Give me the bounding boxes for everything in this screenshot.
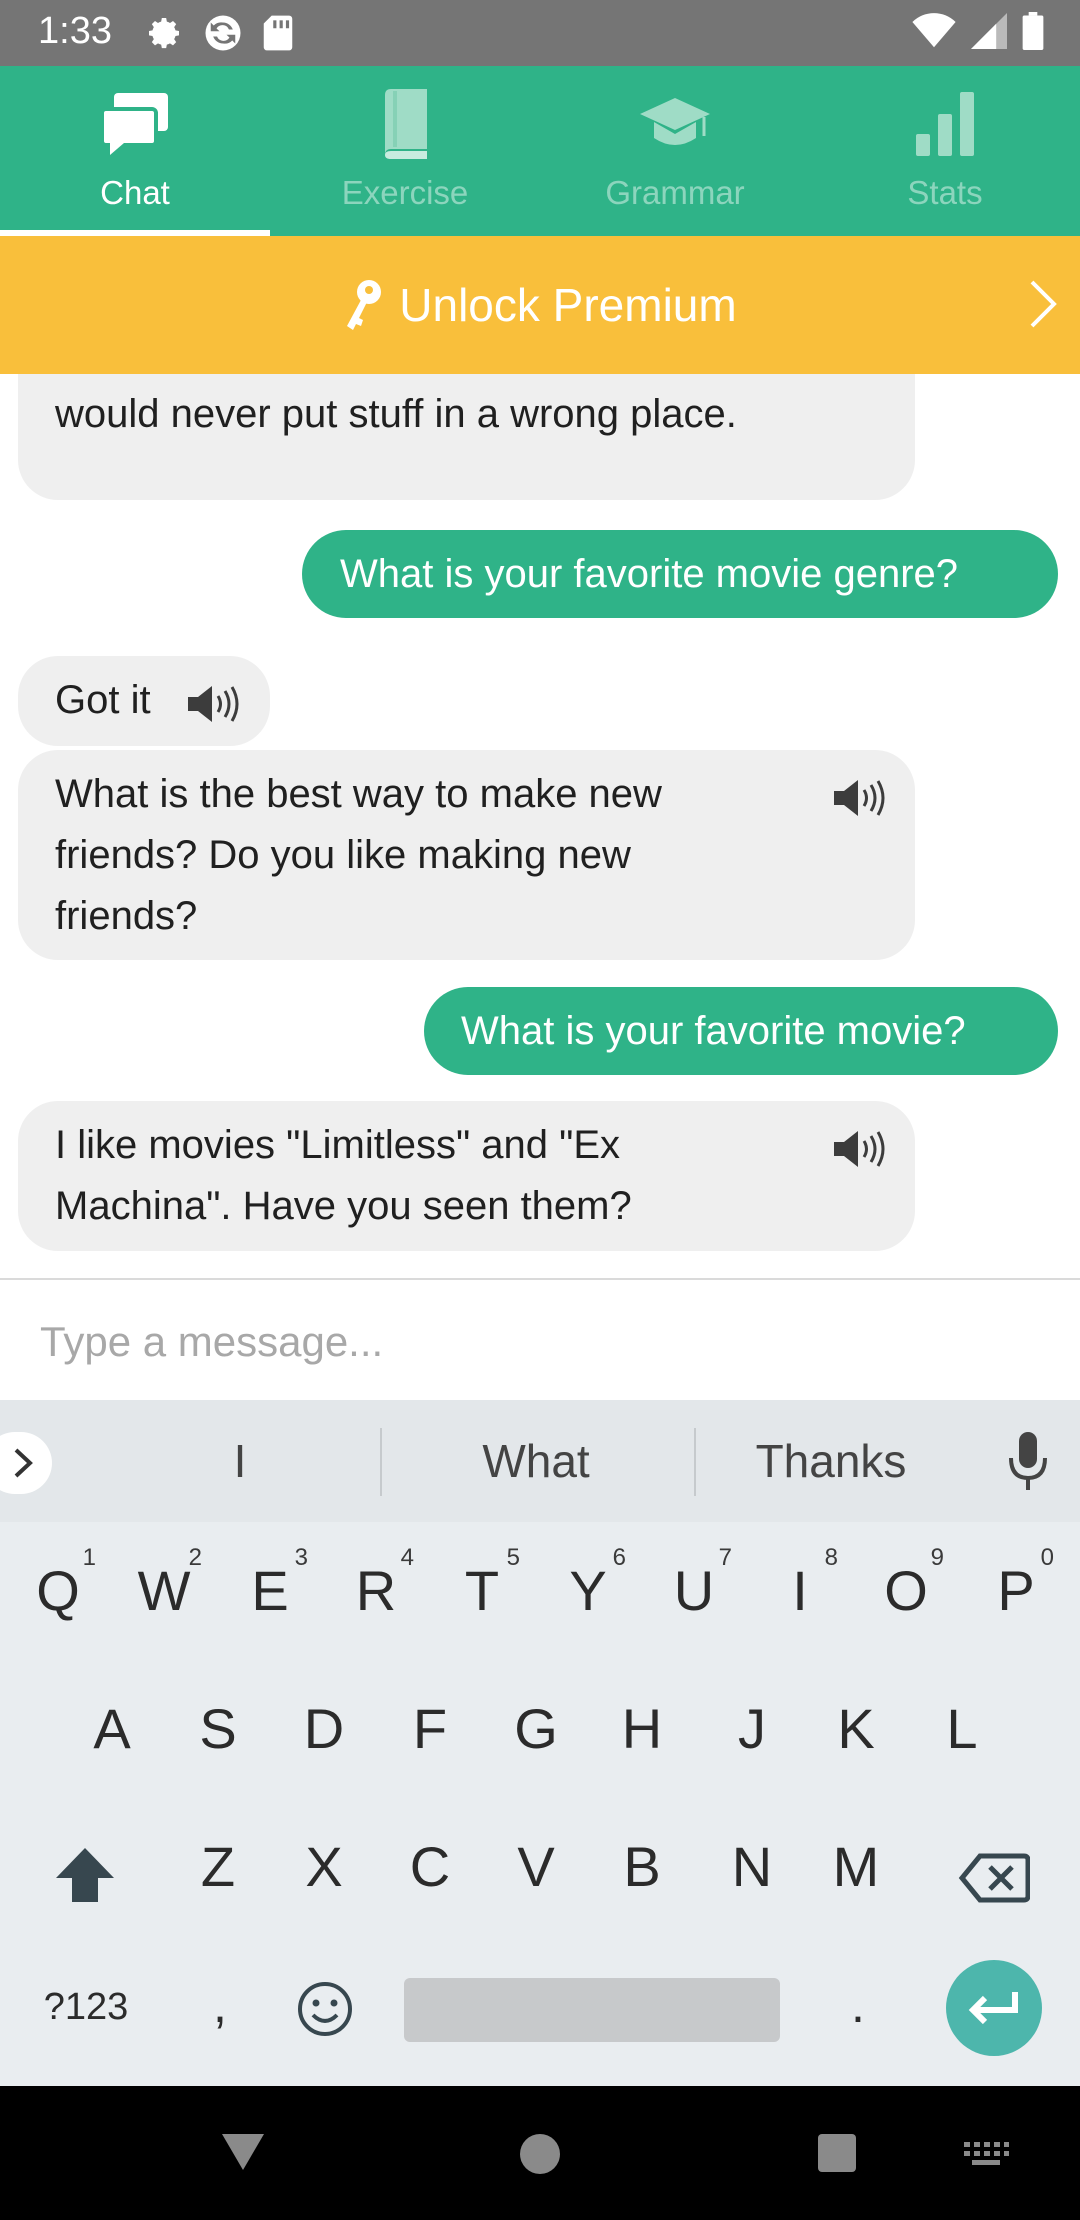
speaker-icon[interactable] xyxy=(832,778,886,818)
key-icon xyxy=(347,280,382,330)
message-input[interactable] xyxy=(36,1310,1040,1374)
emoji-key-icon[interactable] xyxy=(296,1980,354,2038)
suggestion-divider xyxy=(694,1428,696,1496)
enter-arrow-icon xyxy=(968,1992,1018,2025)
chevron-right-icon xyxy=(1030,280,1057,328)
chat-bubbles-icon xyxy=(100,93,168,155)
bot-message-bubble: Got it xyxy=(18,656,270,746)
book-icon xyxy=(385,89,427,159)
key-w[interactable]: W2 xyxy=(114,1544,214,1623)
tab-bar: Chat Exercise Grammar Stats xyxy=(0,66,1080,236)
tab-grammar[interactable]: Grammar xyxy=(540,66,810,236)
bot-message-text: I like movies "Limitless" and "Ex Machin… xyxy=(55,1123,632,1228)
tab-exercise[interactable]: Exercise xyxy=(270,66,540,236)
status-time: 1:33 xyxy=(38,10,112,52)
key-x[interactable]: X xyxy=(274,1834,374,1899)
key-e[interactable]: E3 xyxy=(220,1544,320,1623)
shift-key-icon[interactable] xyxy=(52,1844,118,1908)
tab-chat[interactable]: Chat xyxy=(0,66,270,236)
space-key[interactable] xyxy=(404,1978,780,2042)
status-system-icons xyxy=(912,12,1044,50)
battery-icon xyxy=(1022,12,1044,50)
expand-suggestions-button[interactable] xyxy=(0,1432,52,1494)
suggestion-2[interactable]: What xyxy=(416,1434,656,1488)
wifi-icon xyxy=(912,13,956,48)
user-message-bubble: What is your favorite movie? xyxy=(424,987,1058,1075)
key-d[interactable]: D xyxy=(274,1696,374,1761)
soft-keyboard: I What Thanks Q1 W2 E3 R4 T5 Y6 U7 I8 O9… xyxy=(0,1400,1080,2086)
key-q[interactable]: Q1 xyxy=(8,1544,108,1623)
key-i[interactable]: I8 xyxy=(750,1544,850,1623)
unlock-premium-banner[interactable]: Unlock Premium xyxy=(0,236,1080,374)
bot-message-text: would never put stuff in a wrong place. xyxy=(55,392,737,436)
back-icon[interactable] xyxy=(218,2130,268,2174)
key-n[interactable]: N xyxy=(702,1834,802,1899)
key-v[interactable]: V xyxy=(486,1834,586,1899)
bot-message-bubble: would never put stuff in a wrong place. xyxy=(18,374,915,500)
key-z[interactable]: Z xyxy=(168,1834,268,1899)
suggestion-strip: I What Thanks xyxy=(0,1400,1080,1522)
sd-card-icon xyxy=(263,15,293,51)
signal-icon xyxy=(971,13,1007,49)
sync-icon xyxy=(205,15,241,51)
key-u[interactable]: U7 xyxy=(644,1544,744,1623)
user-message-text: What is your favorite movie? xyxy=(461,1009,966,1053)
tab-chat-label: Chat xyxy=(100,174,170,211)
bar-chart-icon xyxy=(916,92,974,156)
key-c[interactable]: C xyxy=(380,1834,480,1899)
period-key[interactable]: . xyxy=(808,1976,908,2034)
key-k[interactable]: K xyxy=(806,1696,906,1761)
symbols-key[interactable]: ?123 xyxy=(36,1986,136,2029)
tab-exercise-label: Exercise xyxy=(341,174,469,211)
key-p[interactable]: P0 xyxy=(966,1544,1066,1623)
bot-message-text: What is the best way to make new friends… xyxy=(55,772,662,938)
speaker-icon[interactable] xyxy=(186,684,240,724)
backspace-key-icon[interactable] xyxy=(958,1852,1030,1904)
key-j[interactable]: J xyxy=(702,1696,802,1761)
suggestion-divider xyxy=(380,1428,382,1496)
key-l[interactable]: L xyxy=(912,1696,1012,1761)
tab-stats-label: Stats xyxy=(907,174,983,211)
tab-stats[interactable]: Stats xyxy=(810,66,1080,236)
chat-messages[interactable]: would never put stuff in a wrong place. … xyxy=(0,374,1080,1278)
microphone-icon[interactable] xyxy=(1006,1430,1050,1492)
key-f[interactable]: F xyxy=(380,1696,480,1761)
enter-key[interactable] xyxy=(946,1960,1042,2056)
key-a[interactable]: A xyxy=(62,1696,162,1761)
suggestion-1[interactable]: I xyxy=(120,1434,360,1488)
speaker-icon[interactable] xyxy=(832,1129,886,1169)
user-message-bubble: What is your favorite movie genre? xyxy=(302,530,1058,618)
key-o[interactable]: O9 xyxy=(856,1544,956,1623)
unlock-premium-label: Unlock Premium xyxy=(399,279,737,331)
suggestion-3[interactable]: Thanks xyxy=(711,1434,951,1488)
home-icon[interactable] xyxy=(518,2132,562,2176)
key-h[interactable]: H xyxy=(592,1696,692,1761)
status-bar: 1:33 xyxy=(0,0,1080,66)
key-g[interactable]: G xyxy=(486,1696,586,1761)
comma-key[interactable]: , xyxy=(170,1976,270,2034)
status-notification-icons xyxy=(144,12,294,54)
user-message-text: What is your favorite movie genre? xyxy=(340,552,959,596)
key-y[interactable]: Y6 xyxy=(538,1544,638,1623)
key-t[interactable]: T5 xyxy=(432,1544,532,1623)
graduation-cap-icon xyxy=(640,98,710,145)
bot-message-bubble: What is the best way to make new friends… xyxy=(18,750,915,960)
recents-icon[interactable] xyxy=(816,2132,858,2174)
key-b[interactable]: B xyxy=(592,1834,692,1899)
chevron-right-icon xyxy=(14,1448,33,1478)
bot-message-bubble: I like movies "Limitless" and "Ex Machin… xyxy=(18,1101,915,1251)
bot-message-text: Got it xyxy=(55,678,151,722)
key-s[interactable]: S xyxy=(168,1696,268,1761)
system-navigation-bar xyxy=(0,2086,1080,2220)
keyboard-switch-icon[interactable] xyxy=(962,2140,1010,2168)
key-m[interactable]: M xyxy=(806,1834,906,1899)
key-r[interactable]: R4 xyxy=(326,1544,426,1623)
message-composer xyxy=(0,1278,1080,1402)
tab-grammar-label: Grammar xyxy=(605,174,745,211)
settings-gear-icon xyxy=(149,18,179,49)
